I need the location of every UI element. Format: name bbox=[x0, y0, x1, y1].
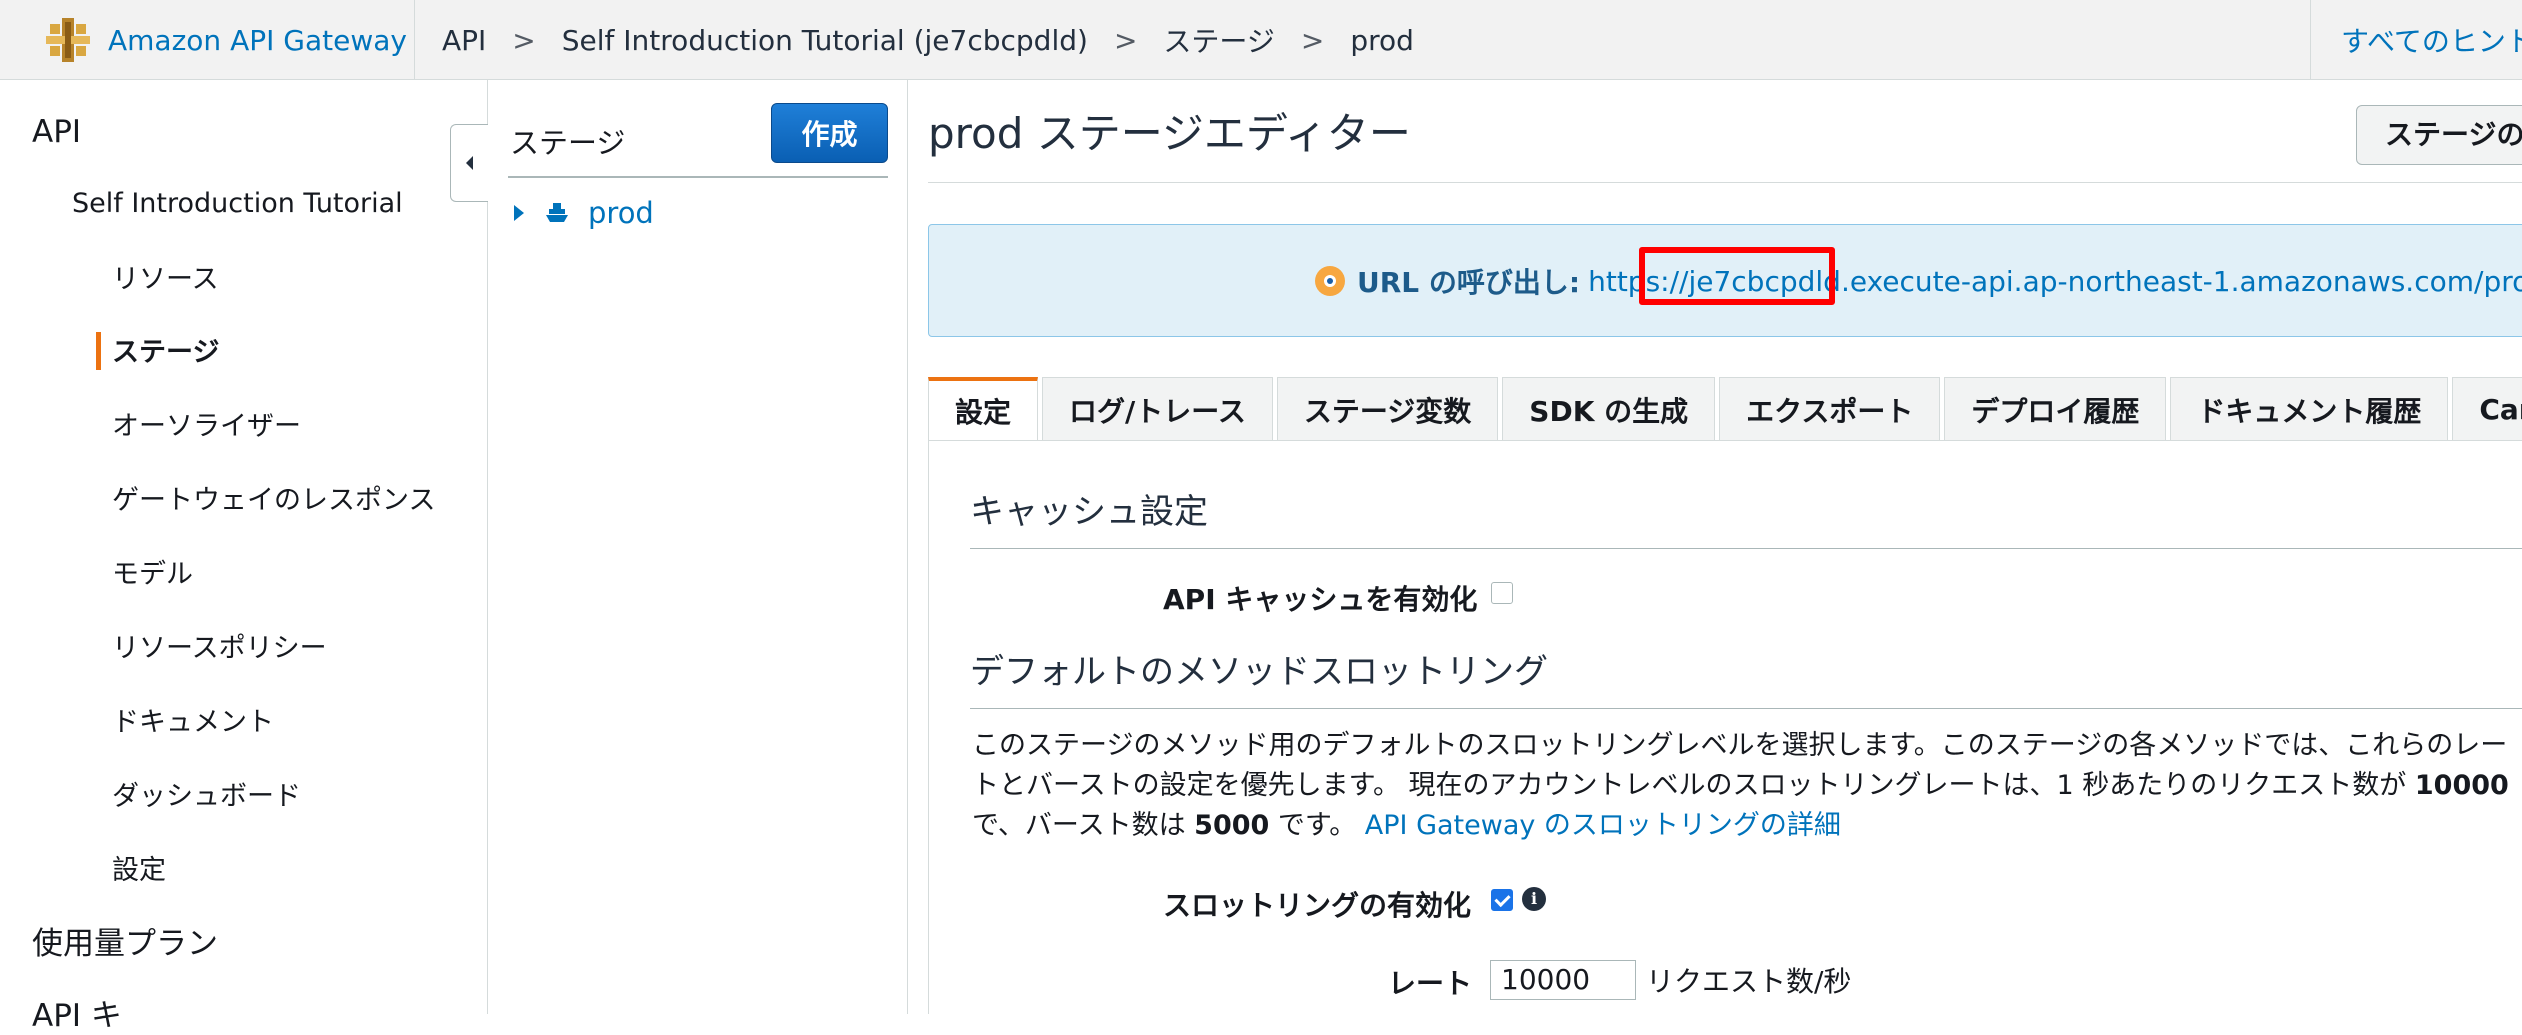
chevron-left-icon bbox=[465, 156, 473, 170]
delete-stage-button[interactable]: ステージの削除 bbox=[2356, 105, 2522, 165]
header-divider bbox=[414, 0, 415, 80]
enable-throttling-label: スロットリングの有効化 bbox=[1163, 889, 1472, 922]
stage-tree-item[interactable]: prod bbox=[510, 193, 654, 233]
service-brand[interactable]: Amazon API Gateway bbox=[44, 14, 407, 66]
stage-name-link[interactable]: prod bbox=[588, 196, 654, 230]
divider bbox=[970, 548, 2522, 549]
service-name[interactable]: Amazon API Gateway bbox=[108, 24, 407, 57]
stage-ship-icon bbox=[546, 203, 568, 222]
tab-deployment-history[interactable]: デプロイ履歴 bbox=[1944, 377, 2167, 441]
tab-canary[interactable]: Canary bbox=[2452, 377, 2522, 441]
sidebar-item-resource-policy[interactable]: リソースポリシー bbox=[112, 626, 327, 665]
rate-label: レート bbox=[1388, 967, 1473, 1000]
breadcrumb-api-name[interactable]: Self Introduction Tutorial (je7cbcpdld) bbox=[562, 24, 1088, 57]
divider bbox=[928, 182, 2522, 183]
breadcrumb-stage: prod bbox=[1350, 23, 1414, 57]
invoke-url-line: URL の呼び出し: https://je7cbcpdld.execute-ap… bbox=[1315, 261, 2522, 301]
tab-documentation-history[interactable]: ドキュメント履歴 bbox=[2170, 377, 2449, 441]
nav-api-heading[interactable]: API bbox=[32, 114, 81, 150]
api-gateway-logo-icon bbox=[46, 18, 90, 62]
throttling-description-text: です。 bbox=[1269, 810, 1365, 841]
account-rate-value: 10000 bbox=[2414, 770, 2509, 801]
info-bullet-icon bbox=[1315, 266, 1345, 296]
sidebar-item-dashboard[interactable]: ダッシュボード bbox=[112, 774, 301, 813]
enable-cache-label: API キャッシュを有効化 bbox=[1163, 583, 1478, 616]
throttling-description-text: このステージのメソッド用のデフォルトのスロットリングレベルを選択します。このステ… bbox=[972, 730, 2508, 801]
tab-stage-variables[interactable]: ステージ変数 bbox=[1276, 377, 1499, 441]
tab-export[interactable]: エクスポート bbox=[1719, 377, 1941, 441]
breadcrumb-separator: > bbox=[512, 23, 536, 57]
highlight-annotation bbox=[1639, 247, 1835, 305]
tab-logs-tracing[interactable]: ログ/トレース bbox=[1042, 377, 1273, 441]
divider bbox=[508, 176, 888, 178]
breadcrumb-separator: > bbox=[1113, 23, 1138, 57]
rate-input[interactable]: 10000 bbox=[1490, 960, 1636, 1000]
throttling-description: このステージのメソッド用のデフォルトのスロットリングレベルを選択します。このステ… bbox=[972, 726, 2522, 846]
account-burst-value: 5000 bbox=[1194, 810, 1270, 841]
tab-settings[interactable]: 設定 bbox=[928, 377, 1039, 441]
header-divider bbox=[2310, 0, 2311, 80]
throttling-heading: デフォルトのメソッドスロットリング bbox=[970, 652, 1548, 692]
throttling-docs-link[interactable]: API Gateway のスロットリングの詳細 bbox=[1365, 810, 1841, 841]
enable-cache-checkbox[interactable] bbox=[1491, 582, 1513, 604]
invoke-url-label: URL の呼び出し: bbox=[1357, 266, 1581, 299]
sidebar-item-documentation[interactable]: ドキュメント bbox=[112, 700, 274, 739]
stages-panel: ステージ 作成 prod bbox=[488, 80, 908, 1014]
cache-settings-heading: キャッシュ設定 bbox=[970, 492, 1208, 532]
divider bbox=[970, 708, 2522, 709]
sidebar-item-resources[interactable]: リソース bbox=[112, 257, 219, 296]
page-title: prod ステージエディター bbox=[928, 109, 1411, 158]
enable-throttling-checkbox[interactable] bbox=[1491, 889, 1513, 911]
sidebar-item-settings[interactable]: 設定 bbox=[112, 848, 166, 887]
editor-tabs: 設定 ログ/トレース ステージ変数 SDK の生成 エクスポート デプロイ履歴 … bbox=[928, 377, 2522, 441]
sidebar-item-models[interactable]: モデル bbox=[112, 552, 193, 591]
tab-body-border bbox=[928, 441, 929, 1014]
breadcrumb-stages[interactable]: ステージ bbox=[1163, 20, 1274, 60]
expand-caret-icon[interactable] bbox=[514, 205, 524, 221]
sidebar-item-gateway-responses[interactable]: ゲートウェイのレスポンス bbox=[112, 478, 435, 517]
throttling-description-text: で、バースト数は bbox=[972, 810, 1195, 841]
divider bbox=[928, 440, 2522, 441]
create-stage-button[interactable]: 作成 bbox=[771, 103, 888, 163]
breadcrumb-api[interactable]: API bbox=[442, 24, 486, 57]
sidebar-item-usage-plans[interactable]: 使用量プラン bbox=[32, 918, 218, 963]
collapse-sidebar-button[interactable] bbox=[450, 124, 488, 202]
stages-panel-title: ステージ bbox=[510, 126, 626, 160]
breadcrumb: API > Self Introduction Tutorial (je7cbc… bbox=[442, 0, 1414, 80]
tab-sdk-generation[interactable]: SDK の生成 bbox=[1502, 377, 1716, 441]
nav-api-name[interactable]: Self Introduction Tutorial bbox=[72, 188, 403, 219]
breadcrumb-separator: > bbox=[1300, 23, 1325, 57]
left-navigation: API Self Introduction Tutorial リソース ステージ… bbox=[0, 80, 488, 1034]
sidebar-item-api-keys[interactable]: API キ bbox=[32, 990, 122, 1035]
all-hints-link[interactable]: すべてのヒント bbox=[2341, 20, 2522, 60]
info-icon[interactable]: i bbox=[1522, 887, 1546, 911]
top-navigation-bar: Amazon API Gateway API > Self Introducti… bbox=[0, 0, 2522, 80]
active-indicator bbox=[96, 332, 101, 370]
rate-unit-label: リクエスト数/秒 bbox=[1646, 965, 1852, 998]
stage-editor: prod ステージエディター ステージの削除 URL の呼び出し: https:… bbox=[908, 80, 2522, 1014]
sidebar-item-stages[interactable]: ステージ bbox=[112, 330, 219, 369]
sidebar-item-authorizers[interactable]: オーソライザー bbox=[112, 404, 301, 443]
